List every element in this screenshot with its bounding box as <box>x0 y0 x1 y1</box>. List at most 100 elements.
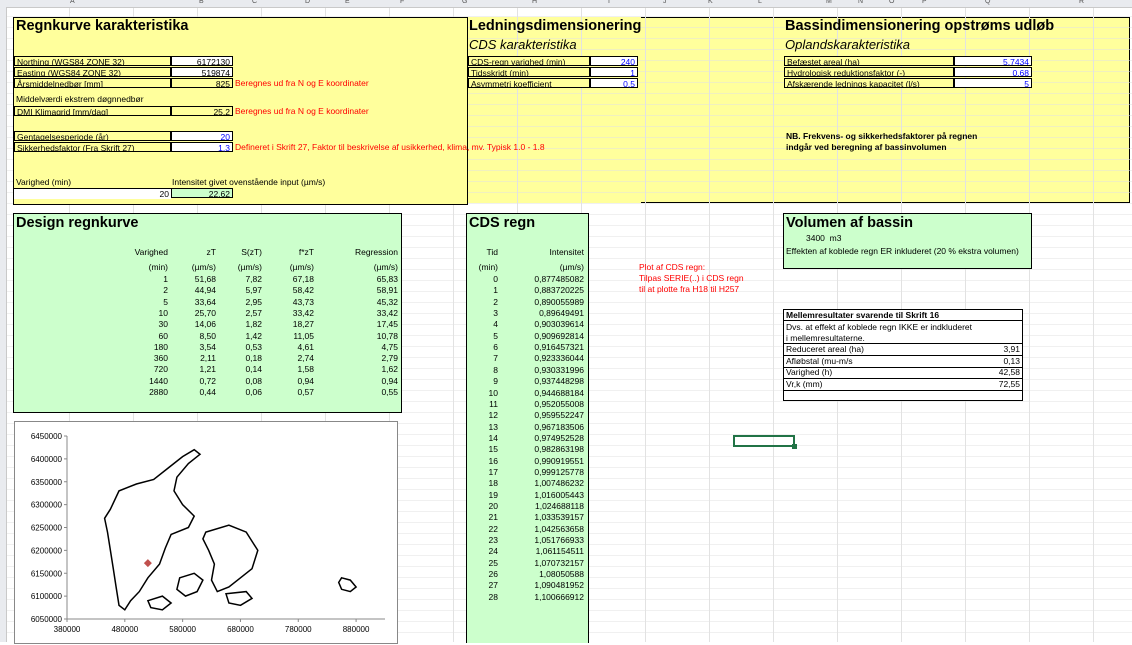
column-header-j[interactable]: J <box>663 0 667 5</box>
northing-input[interactable]: 6172130 <box>171 56 233 67</box>
hydrologisk-input[interactable]: 0,68 <box>954 67 1032 78</box>
map-svg: 6450000 6400000 6350000 6300000 6250000 62000… <box>31 432 385 634</box>
cds-cell-tid: 14 <box>488 432 498 443</box>
column-header-e[interactable]: E <box>345 0 350 5</box>
selected-cell[interactable] <box>733 435 797 449</box>
map-coastline <box>146 595 173 611</box>
kapacitet-input[interactable]: 5 <box>954 78 1032 89</box>
befaestet-input[interactable]: 5,7434 <box>954 56 1032 67</box>
asymmetri-input[interactable]: 0,5 <box>590 78 638 89</box>
cds-cell-intensitet: 0,959552247 <box>534 410 584 421</box>
ledning-title: Ledningsdimensionering <box>469 18 642 34</box>
ekstrem-value: 25,2 <box>171 106 233 117</box>
design-cell: 4,61 <box>297 341 314 352</box>
sikker-note: Defineret i Skrift 27, Faktor til beskri… <box>235 142 545 152</box>
mellem-row-label: Afløbstal (mu-m/s <box>786 355 853 366</box>
cds-cell-tid: 6 <box>493 342 498 353</box>
column-header-l[interactable]: L <box>758 0 762 5</box>
design-cell: 0,18 <box>245 353 262 364</box>
cds-cell-tid: 9 <box>493 376 498 387</box>
volumen-unit: m3 <box>829 233 842 243</box>
cds-cell-tid: 12 <box>488 410 498 421</box>
design-cell: 43,73 <box>292 296 314 307</box>
design-unit-3: (µm/s) <box>289 262 314 272</box>
tidsskridt-input[interactable]: 1 <box>590 67 638 78</box>
cds-cell-tid: 13 <box>488 421 498 432</box>
design-cell: 58,42 <box>292 285 314 296</box>
cds-cell-intensitet: 1,070732157 <box>534 557 584 568</box>
varighed-input[interactable]: 20 <box>14 188 171 199</box>
aars-note: Beregnes ud fra N og E koordinater <box>235 78 369 88</box>
cds-cell-intensitet: 0,937448298 <box>534 376 584 387</box>
column-header-m[interactable]: M <box>826 0 832 5</box>
design-cell: 18,27 <box>292 319 314 330</box>
y-tick-label: 6200000 <box>31 546 63 555</box>
location-map-chart[interactable]: 6450000 6400000 6350000 6300000 6250000 62000… <box>14 421 398 644</box>
cds-cell-tid: 23 <box>488 535 498 546</box>
column-header-g[interactable]: G <box>462 0 467 5</box>
map-coastline <box>225 590 254 607</box>
y-tick-label: 6300000 <box>31 501 63 510</box>
column-header-f[interactable]: F <box>400 0 404 5</box>
cds-cell-intensitet: 1,061154511 <box>535 546 584 557</box>
asymmetri-label: Asymmetri koefficient <box>468 78 590 88</box>
cds-varighed-input[interactable]: 240 <box>590 56 638 67</box>
cds-plot-note-3: til at plotte fra H18 til H257 <box>639 284 740 294</box>
column-header-o[interactable]: O <box>889 0 894 5</box>
column-header-a[interactable]: A <box>70 0 75 5</box>
gentag-input[interactable]: 20 <box>171 131 233 142</box>
sikker-input[interactable]: 1,3 <box>171 142 233 153</box>
cds-cell-tid: 8 <box>493 364 498 375</box>
design-cell: 45,32 <box>376 296 398 307</box>
design-cell: 33,42 <box>292 307 314 318</box>
y-tick-label: 6450000 <box>31 432 63 441</box>
tidsskridt-label: Tidsskridt (min) <box>468 67 590 77</box>
cds-cell-tid: 11 <box>489 398 498 409</box>
volumen-note: Effekten af koblede regn ER inkluderet (… <box>786 246 1019 256</box>
column-header-n[interactable]: N <box>858 0 863 5</box>
easting-input[interactable]: 519874 <box>171 67 233 78</box>
y-tick-label: 6150000 <box>31 569 63 578</box>
column-header-r[interactable]: R <box>1079 0 1084 5</box>
bassin-note-2: indgår ved beregning af bassinvolumen <box>786 142 947 152</box>
y-tick-label: 6050000 <box>31 615 63 624</box>
column-header-p[interactable]: P <box>922 0 927 5</box>
aars-value: 825 <box>171 78 233 89</box>
cds-cell-intensitet: 0,903039614 <box>534 319 584 330</box>
column-header-b[interactable]: B <box>199 0 204 5</box>
cds-cell-tid: 22 <box>488 523 498 534</box>
design-unit-4: (µm/s) <box>373 262 398 272</box>
ekstrem-label-2: DMI Klimagrid [mm/dag] <box>14 106 171 116</box>
cds-cell-intensitet: 0,982863198 <box>534 444 584 455</box>
cds-cell-tid: 26 <box>488 569 498 580</box>
design-cell: 5,97 <box>245 285 262 296</box>
bassin-subtitle: Oplandskarakteristika <box>785 37 910 52</box>
design-cell: 0,06 <box>245 387 262 397</box>
sikker-label: Sikkerhedsfaktor (Fra Skrift 27) <box>14 142 171 152</box>
design-cell: 1,62 <box>381 364 398 375</box>
cds-cell-intensitet: 1,007486232 <box>534 478 584 489</box>
row-headers <box>0 7 7 642</box>
column-header-q[interactable]: Q <box>985 0 990 5</box>
cds-cell-intensitet: 1,016005443 <box>534 489 584 500</box>
cds-cell-intensitet: 1,042563658 <box>534 523 584 534</box>
design-cell: 1,58 <box>297 364 314 375</box>
design-cell: 2,79 <box>381 353 398 364</box>
design-cell: 0,14 <box>245 364 262 375</box>
map-coastline <box>202 524 259 593</box>
x-tick-label: 880000 <box>343 625 370 634</box>
cds-cell-tid: 18 <box>488 478 498 489</box>
column-header-k[interactable]: K <box>708 0 713 5</box>
column-header-i[interactable]: I <box>608 0 610 5</box>
hydrologisk-label: Hydrologisk reduktionsfaktor (-) <box>784 67 954 77</box>
cds-cell-intensitet: 0,967183506 <box>534 421 584 432</box>
cds-cell-tid: 25 <box>488 557 498 568</box>
cds-cell-intensitet: 0,944688184 <box>534 387 584 398</box>
column-header-h[interactable]: H <box>532 0 537 5</box>
x-tick-label: 580000 <box>169 625 196 634</box>
varighed-label: Varighed (min) <box>16 177 72 187</box>
column-header-d[interactable]: D <box>305 0 310 5</box>
cds-cell-intensitet: 0,890055989 <box>534 296 584 307</box>
mellem-row-divider <box>783 389 1023 391</box>
column-header-c[interactable]: C <box>252 0 257 5</box>
